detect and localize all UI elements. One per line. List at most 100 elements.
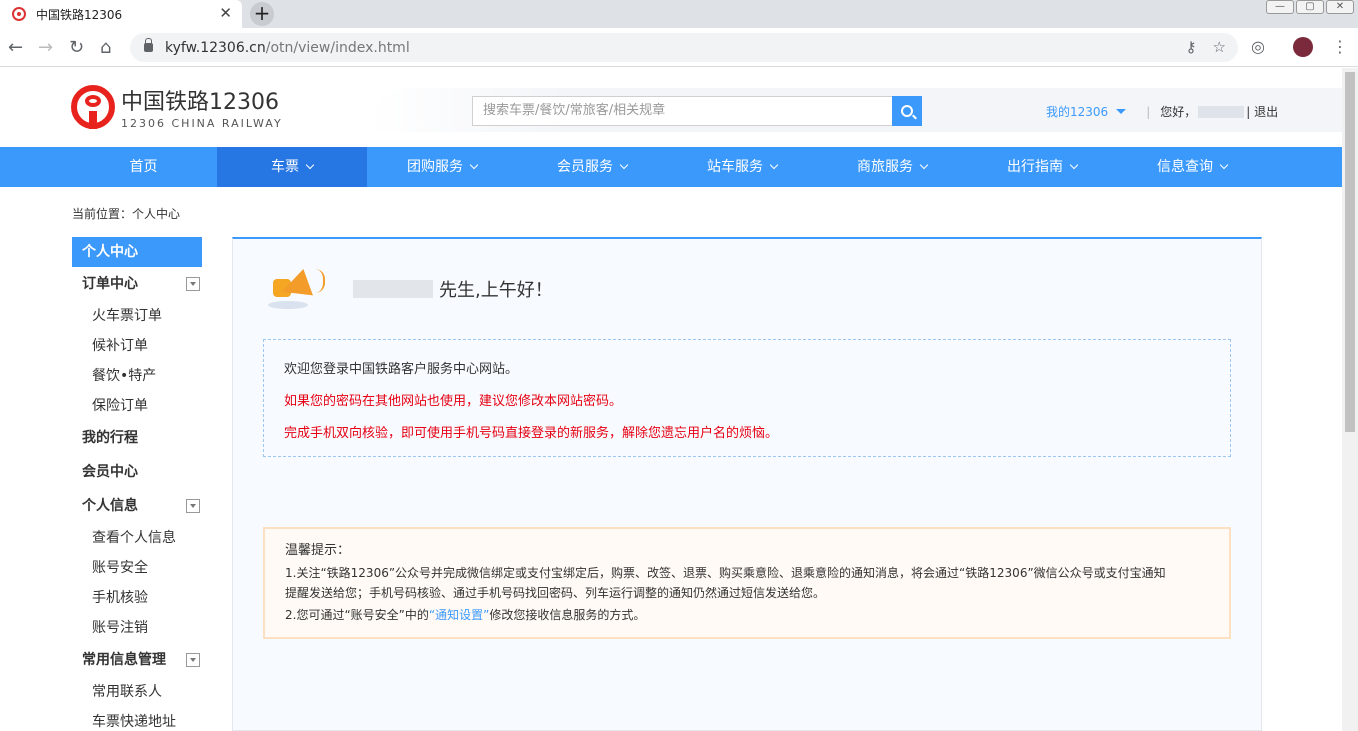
sidebar-group-label: 常用信息管理: [82, 652, 166, 668]
nav-item-label: 出行指南: [1007, 159, 1063, 175]
chevron-down-icon: [919, 160, 929, 170]
nav-item-label: 首页: [129, 159, 158, 175]
nav-item-4[interactable]: 站车服务: [667, 147, 817, 187]
scrollbar[interactable]: [1342, 68, 1358, 731]
tab-close-icon[interactable]: ✕: [219, 4, 232, 22]
key-icon[interactable]: ⚷: [1186, 38, 1197, 56]
sidebar-item-insurance-orders[interactable]: 保险订单: [72, 391, 202, 421]
username-redacted: [1198, 105, 1245, 118]
tips-title: 温馨提示：: [285, 543, 351, 558]
reload-icon[interactable]: ↻: [69, 37, 84, 58]
search-button[interactable]: [892, 96, 922, 126]
url-text[interactable]: kyfw.12306.cn/otn/view/index.html: [165, 40, 410, 56]
welcome-line: 欢迎您登录中国铁路客户服务中心网站。: [284, 362, 519, 377]
phone-verify-warning: 完成手机双向核验，即可使用手机号码直接登录的新服务，解除您遗忘用户名的烦恼。: [284, 426, 779, 441]
tab-title: 中国铁路12306: [36, 7, 123, 22]
sidebar-item-contacts[interactable]: 常用联系人: [72, 677, 202, 707]
sidebar-group-common-info[interactable]: 常用信息管理: [72, 643, 202, 677]
logout-link[interactable]: | 退出: [1246, 103, 1278, 120]
nav-item-label: 站车服务: [707, 159, 763, 175]
lock-icon[interactable]: [144, 38, 153, 52]
sidebar-item-catering[interactable]: 餐饮•特产: [72, 361, 202, 391]
tips-line: 1.关注“铁路12306”公众号并完成微信绑定或支付宝绑定后，购票、改签、退票、…: [285, 563, 1209, 603]
window-controls: — ▢ ✕: [1266, 0, 1354, 14]
sidebar-group-personal-info[interactable]: 个人信息: [72, 489, 202, 523]
nav-item-5[interactable]: 商旅服务: [817, 147, 967, 187]
tips-text: 修改您接收信息服务的方式。: [489, 608, 646, 622]
home-icon[interactable]: ⌂: [100, 37, 111, 58]
my12306-link[interactable]: 我的12306: [1046, 103, 1108, 120]
greeting-prefix: 您好，: [1160, 105, 1197, 119]
sidebar-group-orders[interactable]: 订单中心: [72, 267, 202, 301]
site-logo[interactable]: 中国铁路12306 12306 CHINA RAILWAY: [71, 83, 283, 131]
url-path: /otn/view/index.html: [265, 39, 410, 56]
main-content: 先生,上午好！ 欢迎您登录中国铁路客户服务中心网站。 如果您的密码在其他网站也使…: [232, 237, 1262, 731]
back-icon[interactable]: ←: [8, 37, 23, 58]
user-bar: 我的12306 | 您好， | 退出: [1046, 103, 1278, 120]
megaphone-icon: [263, 259, 343, 319]
nav-item-2[interactable]: 团购服务: [367, 147, 517, 187]
sidebar-item-account-security[interactable]: 账号安全: [72, 553, 202, 583]
browser-tab[interactable]: 中国铁路12306 ✕: [0, 0, 242, 28]
sidebar-item-phone-verify[interactable]: 手机核验: [72, 583, 202, 613]
url-domain: kyfw.12306.cn: [165, 39, 266, 56]
sidebar-item-personal-center[interactable]: 个人中心: [72, 237, 202, 267]
logo-title: 中国铁路12306: [121, 90, 279, 115]
address-bar-row: ← → ↻ ⌂ kyfw.12306.cn/otn/view/index.htm…: [0, 28, 1358, 67]
window-close-button[interactable]: ✕: [1326, 0, 1354, 14]
sidebar-item-delivery-address[interactable]: 车票快递地址: [72, 707, 202, 731]
tips-text: 1.关注“铁路12306”公众号并完成微信绑定或支付宝绑定后，购票、改签、退票、…: [285, 566, 1166, 580]
site-header: 中国铁路12306 12306 CHINA RAILWAY 搜索车票/餐饮/常旅…: [0, 68, 1342, 147]
omnibox[interactable]: kyfw.12306.cn/otn/view/index.html ⚷ ☆: [130, 33, 1238, 62]
chevron-down-icon: [469, 160, 479, 170]
tips-box: 温馨提示： 1.关注“铁路12306”公众号并完成微信绑定或支付宝绑定后，购票、…: [263, 527, 1231, 639]
browser-tabbar: 中国铁路12306 ✕ + — ▢ ✕: [0, 0, 1358, 28]
chevron-down-icon: [305, 160, 315, 170]
collapse-toggle-icon[interactable]: [186, 499, 200, 513]
avatar[interactable]: [1293, 37, 1313, 57]
notification-settings-link[interactable]: “通知设置”: [429, 608, 489, 622]
nav-item-7[interactable]: 信息查询: [1117, 147, 1267, 187]
page-viewport: 中国铁路12306 12306 CHINA RAILWAY 搜索车票/餐饮/常旅…: [0, 68, 1342, 731]
nav-item-3[interactable]: 会员服务: [517, 147, 667, 187]
sidebar-group-label: 个人信息: [82, 498, 138, 514]
star-icon[interactable]: ☆: [1213, 38, 1226, 56]
minimize-button[interactable]: —: [1266, 0, 1294, 14]
sidebar: 个人中心 订单中心 火车票订单 候补订单 餐饮•特产 保险订单 我的行程 会员中…: [72, 237, 202, 731]
search-input[interactable]: 搜索车票/餐饮/常旅客/相关规章: [473, 97, 892, 125]
sidebar-item-train-orders[interactable]: 火车票订单: [72, 301, 202, 331]
new-tab-button[interactable]: +: [250, 2, 274, 26]
divider: |: [1146, 104, 1151, 119]
scrollbar-thumb[interactable]: [1345, 72, 1355, 432]
tips-text: 提醒发送给您；手机号码核验、通过手机号码找回密码、列车运行调整的通知仍然通过短信…: [285, 586, 826, 600]
search-icon: [901, 105, 913, 117]
nav-item-label: 会员服务: [557, 159, 613, 175]
tips-line: 2.您可通过“账号安全”中的“通知设置”修改您接收信息服务的方式。: [285, 605, 1209, 625]
sidebar-item-account-cancel[interactable]: 账号注销: [72, 613, 202, 643]
breadcrumb: 当前位置：个人中心: [72, 207, 181, 221]
sidebar-item-member-center[interactable]: 会员中心: [72, 455, 202, 489]
extension-icon[interactable]: ◎: [1251, 37, 1265, 56]
sidebar-item-waitlist-orders[interactable]: 候补订单: [72, 331, 202, 361]
sidebar-item-view-info[interactable]: 查看个人信息: [72, 523, 202, 553]
menu-icon[interactable]: ⋮: [1332, 37, 1348, 56]
logo-subtitle: 12306 CHINA RAILWAY: [121, 117, 283, 130]
tips-text: 2.您可通过“账号安全”中的: [285, 608, 429, 622]
forward-icon[interactable]: →: [38, 37, 53, 58]
sidebar-group-label: 订单中心: [82, 276, 138, 292]
nav-item-0[interactable]: 首页: [70, 147, 217, 187]
sidebar-item-my-trips[interactable]: 我的行程: [72, 421, 202, 455]
nav-item-label: 信息查询: [1157, 159, 1213, 175]
nav-item-label: 商旅服务: [857, 159, 913, 175]
chevron-down-icon: [1219, 160, 1229, 170]
site-search: 搜索车票/餐饮/常旅客/相关规章: [472, 96, 922, 126]
nav-item-label: 车票: [271, 159, 299, 175]
collapse-toggle-icon[interactable]: [186, 277, 200, 291]
nav-item-1[interactable]: 车票: [217, 147, 367, 187]
password-warning: 如果您的密码在其他网站也使用，建议您修改本网站密码。: [284, 394, 623, 409]
nav-item-6[interactable]: 出行指南: [967, 147, 1117, 187]
collapse-toggle-icon[interactable]: [186, 653, 200, 667]
railway-logo-icon: [71, 83, 115, 131]
restore-button[interactable]: ▢: [1296, 0, 1324, 14]
chevron-down-icon[interactable]: [1116, 109, 1127, 114]
